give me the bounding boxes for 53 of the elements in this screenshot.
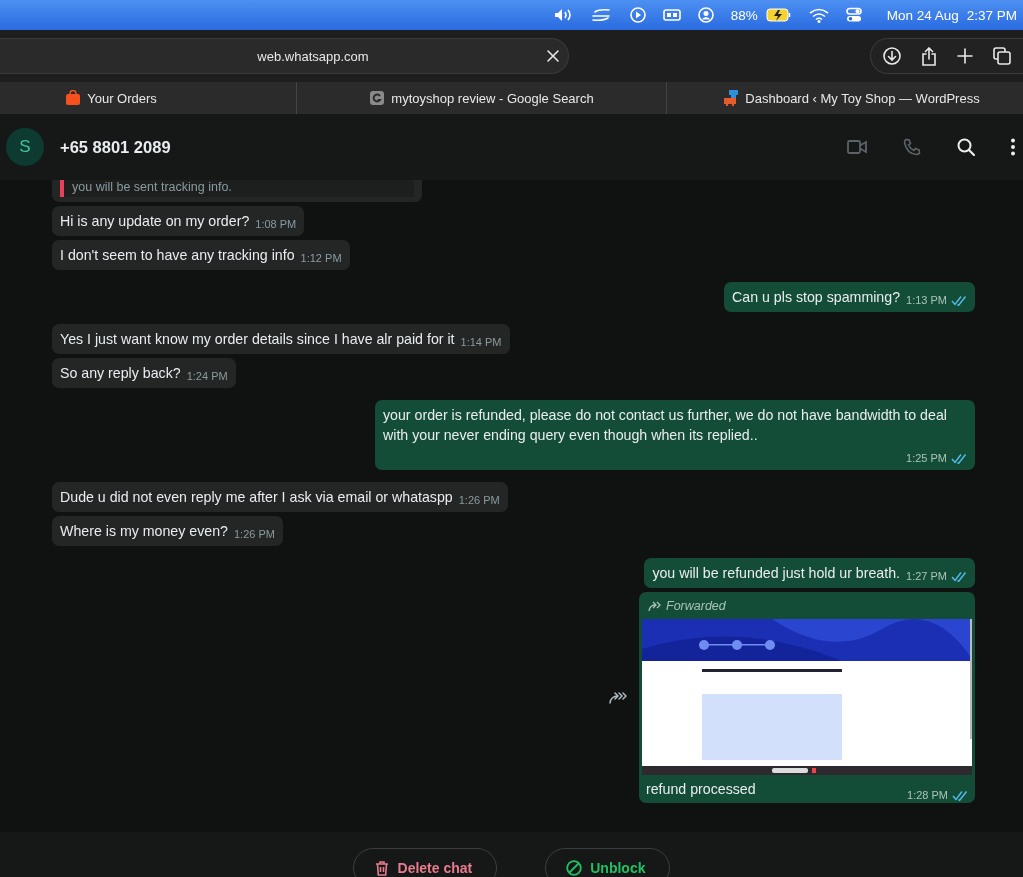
user-icon[interactable]	[697, 7, 714, 23]
menu-bar-date: Mon 24 Aug	[886, 7, 959, 23]
image-caption: refund processed	[646, 781, 756, 797]
battery-icon	[765, 7, 792, 22]
message-text: Hi is any update on my order?	[60, 212, 250, 231]
message-time: 1:14 PM	[460, 335, 502, 350]
message-text: Where is my money even?	[60, 522, 228, 541]
share-icon[interactable]	[921, 46, 937, 66]
phone-icon[interactable]	[903, 138, 921, 156]
message-text: So any reply back?	[60, 364, 181, 383]
download-icon[interactable]	[883, 47, 901, 65]
message-time: 1:08 PM	[255, 217, 297, 232]
blocks-icon	[723, 90, 740, 106]
message-text: I don't seem to have any tracking info	[60, 246, 295, 265]
contact-name: +65 8801 2089	[60, 137, 172, 157]
forwarded-icon	[648, 600, 662, 612]
message-text: Yes I just want know my order details since I have alr paid for it	[60, 330, 455, 349]
video-call-icon[interactable]	[847, 139, 867, 155]
message-time: 1:28 PM	[907, 789, 948, 801]
message-time: 1:27 PM	[906, 569, 947, 584]
play-icon[interactable]	[629, 7, 646, 23]
display-icon[interactable]	[662, 8, 681, 22]
forward-icon[interactable]	[609, 690, 627, 705]
control-center-icon[interactable]	[845, 7, 862, 23]
quoted-message: you will be sent tracking info.	[60, 180, 414, 197]
app-icon[interactable]	[590, 8, 613, 22]
search-icon[interactable]	[957, 138, 975, 156]
volume-icon[interactable]	[553, 8, 574, 22]
tabs-icon[interactable]	[993, 47, 1011, 65]
message-time: 1:24 PM	[186, 369, 228, 384]
close-icon[interactable]	[546, 49, 560, 63]
message-text: Can u pls stop spamming?	[732, 288, 901, 307]
block-icon	[566, 860, 583, 876]
battery-percent: 88%	[730, 7, 758, 23]
forwarded-label: Forwarded	[666, 599, 726, 613]
avatar: S	[6, 128, 44, 166]
address-bar[interactable]: web.whatsapp.com	[0, 38, 569, 74]
message-time: 1:26 PM	[233, 527, 275, 542]
message-time: 1:25 PM	[906, 451, 947, 466]
menu-icon[interactable]	[1011, 138, 1015, 156]
message-time: 1:13 PM	[906, 293, 947, 308]
browser-tab[interactable]: Your Orders	[0, 82, 296, 114]
bag-icon	[65, 90, 82, 106]
plus-icon[interactable]	[957, 48, 973, 64]
message-text: your order is refunded, please do not contact us further, we do not have bandwidth to deal with your never ending query even though when its replied..	[383, 406, 948, 445]
message-text: you will be refunded just hold ur breath.	[652, 564, 901, 583]
menu-bar-clock: 2:37 PM	[966, 7, 1017, 23]
message-text: Dude u did not even reply me after I ask via email or whataspp	[60, 488, 453, 507]
message-time: 1:12 PM	[300, 251, 342, 266]
wifi-icon[interactable]	[808, 7, 829, 23]
message-time: 1:26 PM	[458, 493, 500, 508]
trash-icon	[373, 860, 390, 876]
g-icon	[369, 90, 386, 106]
